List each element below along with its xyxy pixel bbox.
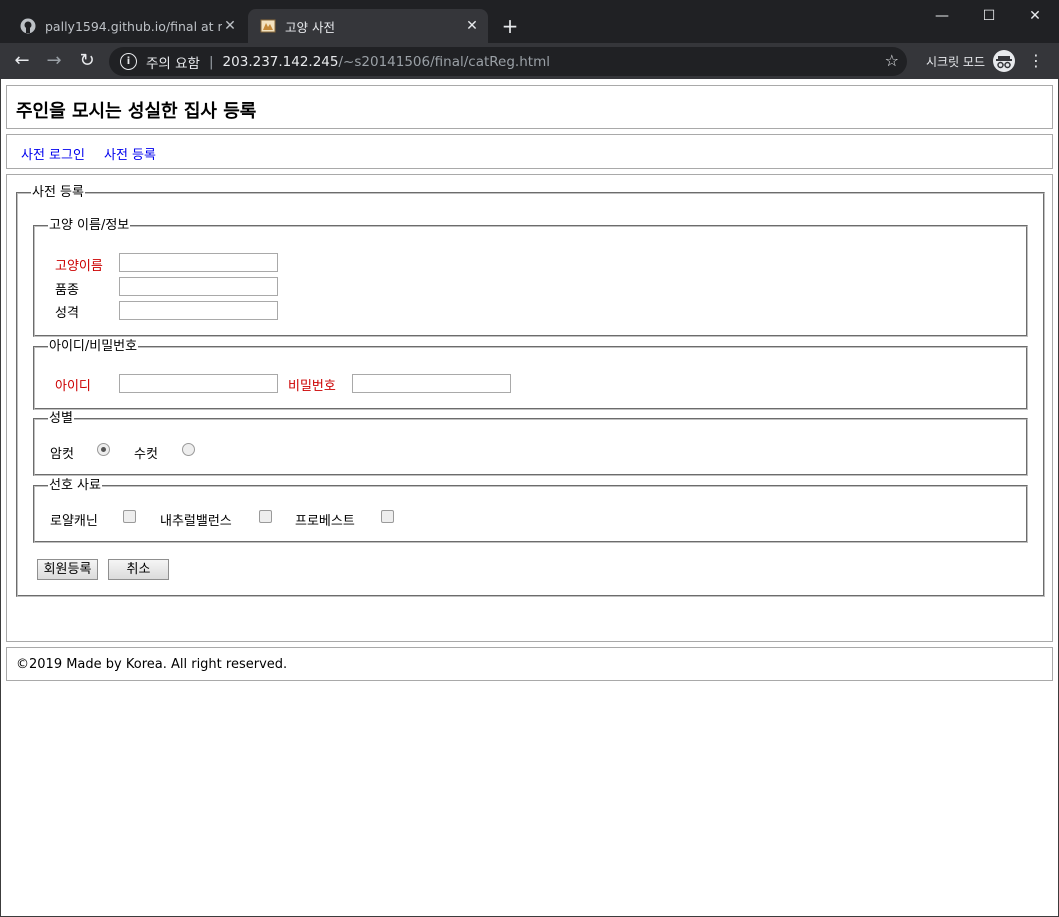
incognito-icon[interactable] [993,50,1015,72]
url-path: /~s20141506/final/catReg.html [338,53,550,70]
maximize-button[interactable]: ☐ [966,3,1012,29]
address-separator: | [208,53,214,70]
account-legend: 아이디/비밀번호 [48,339,139,354]
address-bar[interactable]: i 주의 요함 | 203.237.142.245/~s20141506/fin… [109,47,907,76]
gender-male-label: 수컷 [134,447,158,462]
register-legend: 사전 등록 [31,185,85,200]
tab-title: pally1594.github.io/final at mast [45,18,222,34]
gender-fieldset: 성별 암컷 수컷 [33,411,1028,476]
food-natural-balance-checkbox[interactable] [259,510,272,523]
gender-male-radio[interactable] [182,443,195,456]
food-fieldset: 선호 사료 로얄캐닌 내추럴밸런스 프로베스트 [33,478,1028,543]
cat-favicon-icon [260,18,276,34]
reload-icon[interactable]: ↻ [75,49,99,73]
close-icon[interactable]: ✕ [464,18,480,34]
page-header: 주인을 모시는 성실한 집사 등록 [6,85,1053,129]
food-natural-balance-label: 내추럴밸런스 [160,514,232,529]
cancel-button[interactable]: 취소 [108,559,169,580]
account-fieldset: 아이디/비밀번호 아이디 비밀번호 [33,339,1028,410]
cat-name-label: 고양이름 [55,259,103,274]
food-royal-canin-checkbox[interactable] [123,510,136,523]
submit-button[interactable]: 회원등록 [37,559,98,580]
minimize-button[interactable]: — [919,3,965,29]
nav-link-login[interactable]: 사전 로그인 [21,144,85,163]
main-content: 사전 등록 고양 이름/정보 고양이름 품종 성격 아이디/비밀번호 아이디 비… [6,174,1053,642]
menu-dots-icon[interactable]: ⋮ [1028,51,1044,71]
tab-title: 고양 사전 [285,19,335,35]
github-icon [20,18,36,34]
footer-text: ©2019 Made by Korea. All right reserved. [16,657,288,672]
window-border [0,79,1,917]
close-icon[interactable]: ✕ [222,18,238,34]
back-arrow-icon[interactable]: ← [10,49,34,73]
food-probest-checkbox[interactable] [381,510,394,523]
page-footer: ©2019 Made by Korea. All right reserved. [6,647,1053,681]
password-input[interactable] [352,374,511,393]
cat-info-fieldset: 고양 이름/정보 고양이름 품종 성격 [33,218,1028,337]
security-label: 주의 요함 [146,55,200,72]
gender-female-radio[interactable] [97,443,110,456]
food-legend: 선호 사료 [48,478,102,493]
register-fieldset: 사전 등록 고양 이름/정보 고양이름 품종 성격 아이디/비밀번호 아이디 비… [16,185,1045,597]
food-royal-canin-label: 로얄캐닌 [50,514,98,529]
close-window-button[interactable]: ✕ [1012,3,1058,29]
incognito-label: 시크릿 모드 [926,55,986,69]
password-label: 비밀번호 [288,379,336,394]
gender-legend: 성별 [48,411,74,426]
page-title: 주인을 모시는 성실한 집사 등록 [16,101,257,122]
new-tab-button[interactable]: + [498,14,522,38]
forward-arrow-icon[interactable]: → [42,49,66,73]
browser-titlebar: pally1594.github.io/final at mast ✕ 고양 사… [0,0,1059,43]
breed-label: 품종 [55,283,79,298]
personality-input[interactable] [119,301,278,320]
page-nav: 사전 로그인 사전 등록 [6,134,1053,169]
tab-github[interactable]: pally1594.github.io/final at mast ✕ [8,9,246,43]
cat-info-legend: 고양 이름/정보 [48,218,131,233]
gender-female-label: 암컷 [50,447,74,462]
nav-link-register[interactable]: 사전 등록 [104,144,156,163]
url-host: 203.237.142.245 [222,53,339,70]
bookmark-star-icon[interactable]: ☆ [885,51,899,70]
id-label: 아이디 [55,379,91,394]
info-icon[interactable]: i [120,53,137,70]
food-probest-label: 프로베스트 [295,514,355,529]
tab-cat-dictionary[interactable]: 고양 사전 ✕ [248,9,488,43]
breed-input[interactable] [119,277,278,296]
cat-name-input[interactable] [119,253,278,272]
browser-toolbar: ← → ↻ i 주의 요함 | 203.237.142.245/~s201415… [0,43,1059,79]
personality-label: 성격 [55,306,79,321]
id-input[interactable] [119,374,278,393]
